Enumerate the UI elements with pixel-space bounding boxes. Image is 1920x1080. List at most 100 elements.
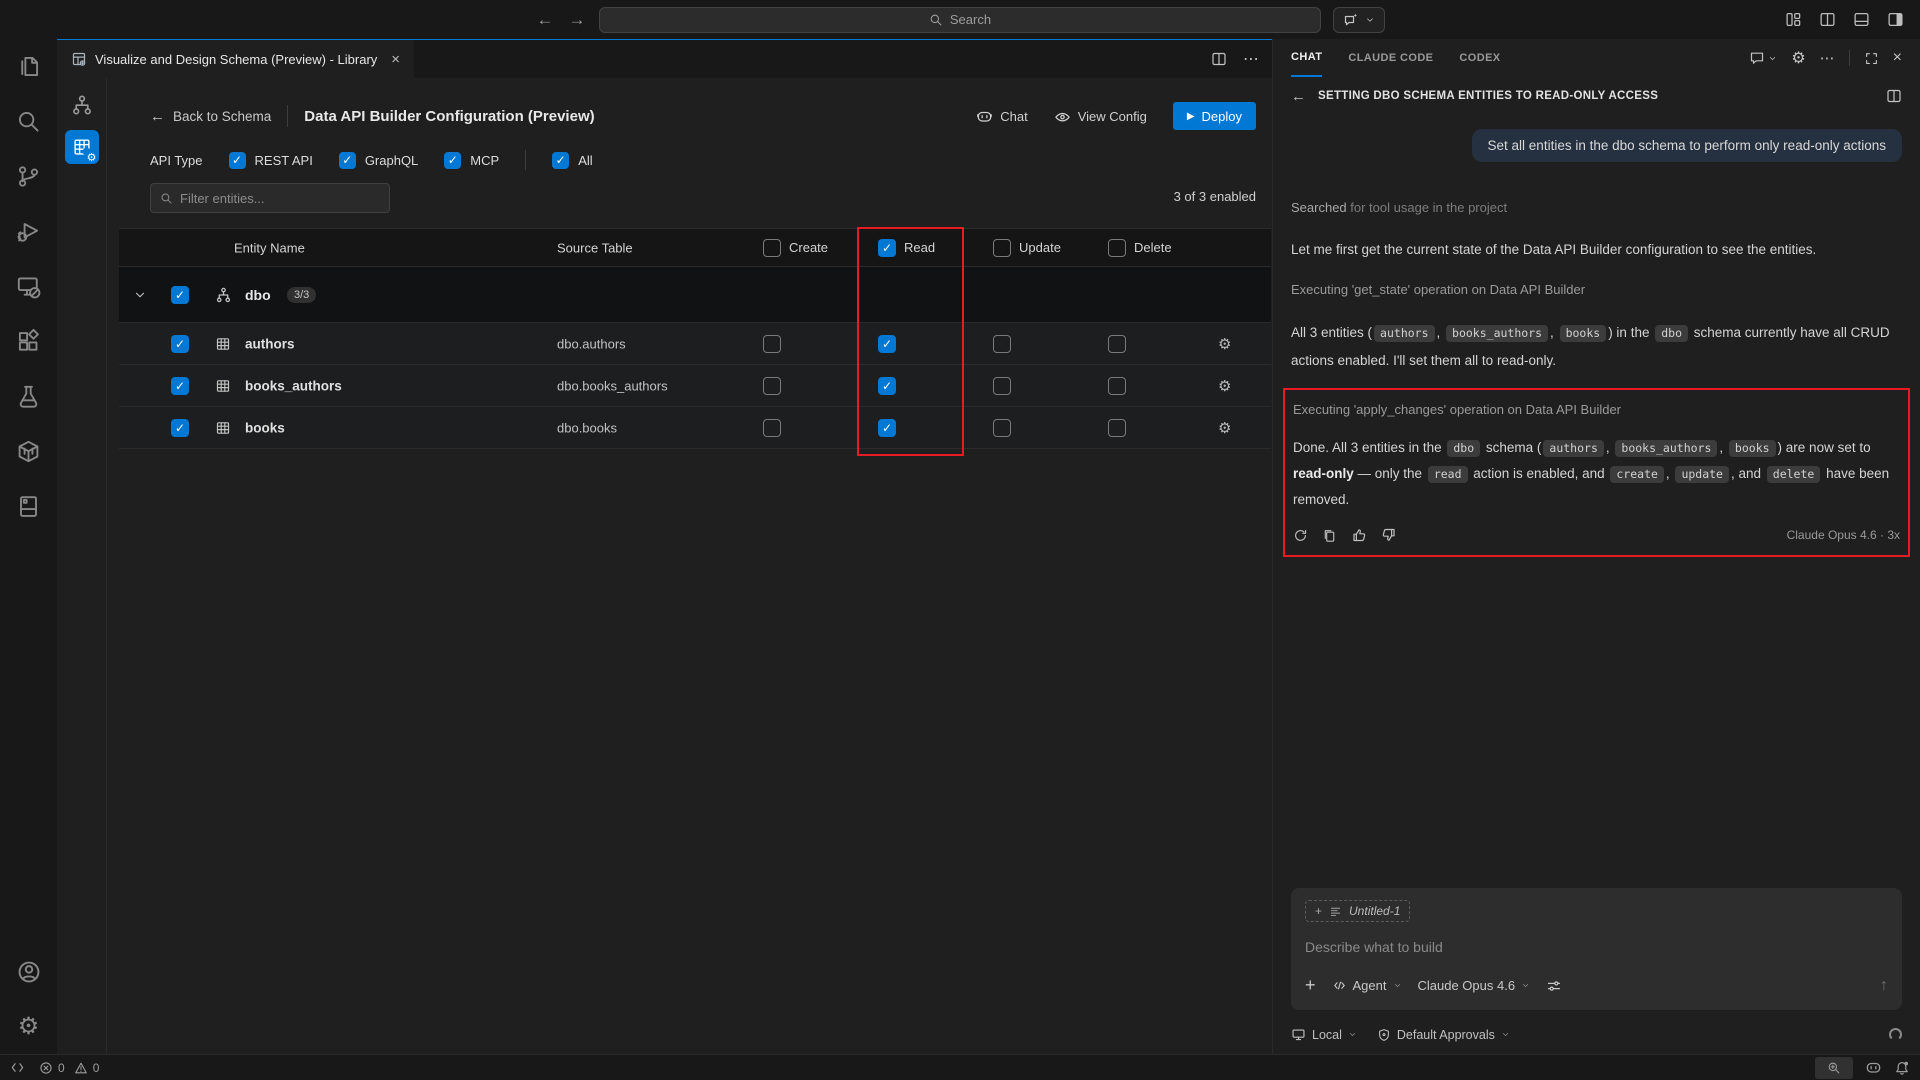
toggle-secondary-sidebar-icon[interactable]	[1887, 11, 1904, 28]
schema-designer-icon[interactable]	[71, 94, 93, 116]
copy-icon[interactable]	[1322, 528, 1337, 543]
api-option-rest[interactable]: REST API	[229, 152, 313, 169]
command-center-search[interactable]: Search	[599, 7, 1321, 33]
extensions-icon[interactable]	[0, 314, 57, 369]
nav-forward-icon[interactable]: →	[567, 10, 587, 30]
read-checkbox[interactable]	[878, 335, 896, 353]
mode-picker[interactable]: Agent	[1332, 978, 1402, 993]
graphql-checkbox[interactable]	[339, 152, 356, 169]
more-actions-icon[interactable]: ⋯	[1243, 49, 1260, 69]
row-enabled-checkbox[interactable]	[171, 377, 189, 395]
filter-entities-input[interactable]: Filter entities...	[150, 183, 390, 213]
copilot-status-icon[interactable]	[1865, 1059, 1882, 1076]
tab-codex[interactable]: CODEX	[1459, 39, 1500, 77]
create-checkbox[interactable]	[763, 335, 781, 353]
open-in-editor-icon[interactable]	[1886, 88, 1902, 104]
read-column-checkbox[interactable]	[878, 239, 896, 257]
create-column-checkbox[interactable]	[763, 239, 781, 257]
row-enabled-checkbox[interactable]	[171, 335, 189, 353]
maximize-icon[interactable]	[1864, 51, 1879, 66]
account-icon[interactable]	[0, 944, 57, 999]
tab-chat[interactable]: CHAT	[1291, 39, 1322, 77]
thumbs-up-icon[interactable]	[1351, 527, 1367, 543]
close-panel-icon[interactable]: ×	[1893, 49, 1902, 67]
test-explorer-icon[interactable]	[0, 369, 57, 424]
chat-input-box[interactable]: + Untitled-1 Describe what to build + Ag…	[1291, 888, 1902, 1010]
api-option-mcp[interactable]: MCP	[444, 152, 499, 169]
read-checkbox[interactable]	[878, 377, 896, 395]
split-editor-icon[interactable]	[1211, 51, 1227, 67]
environment-picker[interactable]: Local	[1291, 1027, 1357, 1042]
row-settings-icon[interactable]: ⚙	[1218, 377, 1231, 395]
chevron-down-icon[interactable]	[133, 288, 147, 302]
rest-api-checkbox[interactable]	[229, 152, 246, 169]
thumbs-down-icon[interactable]	[1381, 527, 1397, 543]
chat-more-icon[interactable]: ⋯	[1820, 49, 1835, 67]
update-checkbox[interactable]	[993, 419, 1011, 437]
back-to-schema-link[interactable]: ← Back to Schema	[150, 108, 271, 125]
delete-checkbox[interactable]	[1108, 335, 1126, 353]
dab-webview: ⚙ ← Back to Schema Data API Builder Conf…	[57, 78, 1272, 1054]
problems-indicator[interactable]: 0 0	[39, 1061, 99, 1075]
model-picker[interactable]: Claude Opus 4.6	[1418, 978, 1531, 993]
storage-icon[interactable]	[0, 479, 57, 534]
new-chat-dropdown[interactable]	[1749, 50, 1777, 66]
row-settings-icon[interactable]: ⚙	[1218, 419, 1231, 437]
tab-claude-code[interactable]: CLAUDE CODE	[1348, 39, 1433, 77]
toggle-panel-icon[interactable]	[1853, 11, 1870, 28]
row-enabled-checkbox[interactable]	[171, 419, 189, 437]
settings-gear-icon[interactable]: ⚙	[0, 999, 57, 1054]
search-sidebar-icon[interactable]	[0, 94, 57, 149]
read-checkbox[interactable]	[878, 419, 896, 437]
delete-checkbox[interactable]	[1108, 377, 1126, 395]
view-config-button[interactable]: View Config	[1054, 108, 1147, 125]
nav-back-icon[interactable]: ←	[535, 10, 555, 30]
arrow-left-icon[interactable]: ←	[1291, 88, 1306, 105]
delete-column-checkbox[interactable]	[1108, 239, 1126, 257]
notifications-bell-icon[interactable]	[1894, 1060, 1910, 1076]
group-checkbox[interactable]	[171, 286, 189, 304]
tab-close-icon[interactable]: ×	[391, 51, 400, 68]
customize-layout-icon[interactable]	[1785, 11, 1802, 28]
eye-icon	[1054, 108, 1071, 125]
row-settings-icon[interactable]: ⚙	[1218, 335, 1231, 353]
update-checkbox[interactable]	[993, 377, 1011, 395]
copilot-chat-button[interactable]	[1333, 7, 1385, 33]
api-option-all[interactable]: All	[552, 152, 592, 169]
retry-icon[interactable]	[1293, 528, 1308, 543]
table-row[interactable]: books dbo.books ⚙	[119, 407, 1271, 449]
remote-indicator-icon[interactable]	[10, 1060, 25, 1075]
chat-button[interactable]: Chat	[976, 108, 1027, 125]
approvals-picker[interactable]: Default Approvals	[1377, 1028, 1510, 1042]
tab-title: Visualize and Design Schema (Preview) - …	[95, 52, 377, 67]
enabled-count: 3 of 3 enabled	[1174, 189, 1256, 204]
table-row[interactable]: books_authors dbo.books_authors ⚙	[119, 365, 1271, 407]
api-type-label: API Type	[150, 153, 203, 168]
chat-settings-gear-icon[interactable]: ⚙	[1791, 48, 1805, 68]
update-column-checkbox[interactable]	[993, 239, 1011, 257]
container-icon[interactable]	[0, 424, 57, 479]
explorer-icon[interactable]	[0, 39, 57, 94]
create-checkbox[interactable]	[763, 377, 781, 395]
tune-sliders-icon[interactable]	[1546, 978, 1562, 994]
run-debug-icon[interactable]	[0, 204, 57, 259]
split-editor-icon[interactable]	[1819, 11, 1836, 28]
remote-explorer-icon[interactable]	[0, 259, 57, 314]
all-checkbox[interactable]	[552, 152, 569, 169]
update-checkbox[interactable]	[993, 335, 1011, 353]
delete-checkbox[interactable]	[1108, 419, 1126, 437]
mcp-checkbox[interactable]	[444, 152, 461, 169]
context-chip[interactable]: + Untitled-1	[1305, 900, 1410, 922]
create-checkbox[interactable]	[763, 419, 781, 437]
table-row[interactable]: authors dbo.authors ⚙	[119, 323, 1271, 365]
zoom-status-button[interactable]	[1815, 1057, 1853, 1079]
attach-icon[interactable]: +	[1305, 975, 1316, 996]
deploy-button[interactable]: ▶ Deploy	[1173, 102, 1256, 130]
send-icon[interactable]: ↑	[1880, 977, 1888, 995]
source-control-icon[interactable]	[0, 149, 57, 204]
table-icon	[215, 420, 231, 436]
schema-group-row[interactable]: dbo 3/3	[119, 267, 1271, 323]
dab-config-tool-button[interactable]: ⚙	[65, 130, 99, 164]
tab-visualize-schema[interactable]: Visualize and Design Schema (Preview) - …	[57, 40, 414, 78]
api-option-graphql[interactable]: GraphQL	[339, 152, 418, 169]
